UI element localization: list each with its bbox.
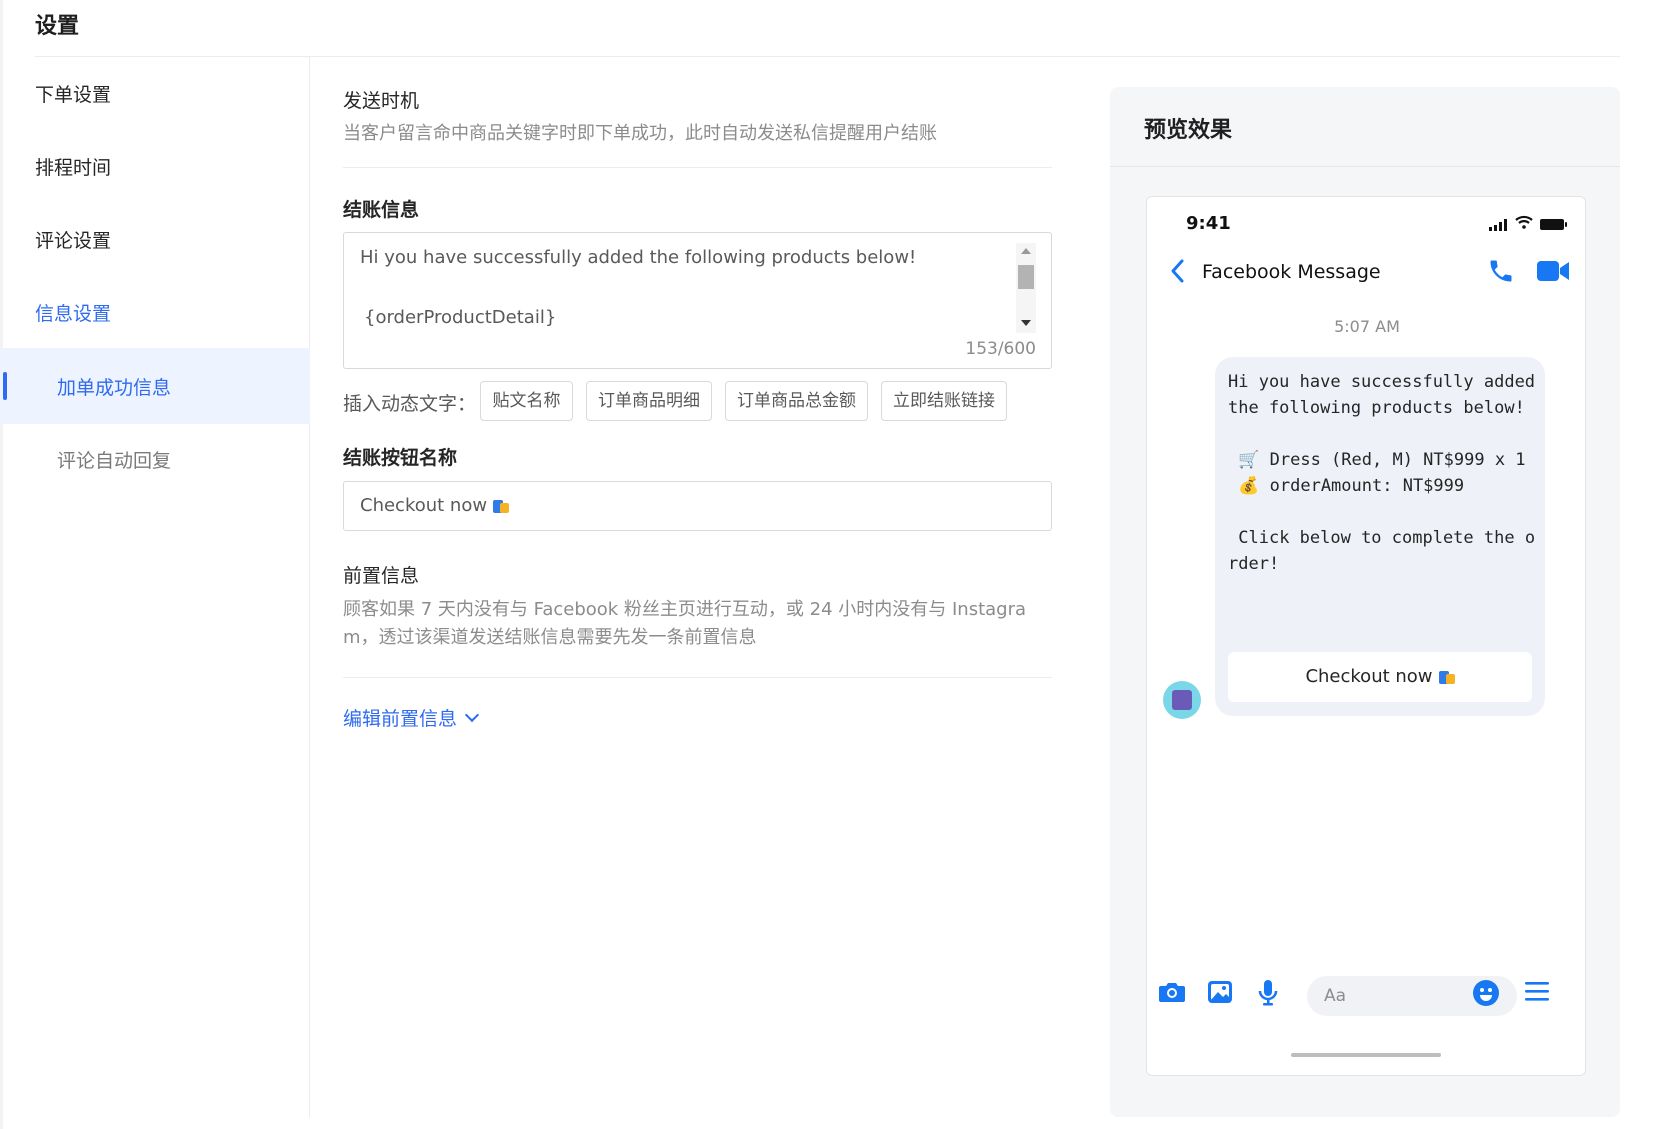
chat-header: Facebook Message [1147, 247, 1585, 297]
insert-post-name-button[interactable]: 贴文名称 [480, 381, 573, 421]
checkout-now-label: Checkout now [1305, 666, 1433, 687]
preview-panel: 预览效果 9:41 Facebook Message 5:07 AM Hi yo… [1110, 87, 1620, 1117]
message-timestamp: 5:07 AM [1334, 317, 1400, 336]
back-arrow-icon[interactable] [1169, 258, 1185, 284]
page-title: 设置 [35, 14, 80, 39]
checkout-button-name-label: 结账按钮名称 [343, 447, 458, 469]
sidebar-item-schedule-time[interactable]: 排程时间 [35, 153, 111, 180]
wifi-icon [1515, 215, 1533, 229]
checkout-now-button[interactable]: Checkout now [1228, 652, 1532, 702]
edit-pre-info-row: 编辑前置信息 [343, 704, 1052, 731]
send-timing-desc: 当客户留言命中商品关键字时即下单成功，此时自动发送私信提醒用户结账 [343, 123, 937, 144]
edit-pre-info-label: 编辑前置信息 [343, 708, 458, 730]
sidebar-item-comment-settings[interactable]: 评论设置 [35, 226, 111, 253]
menu-icon[interactable] [1524, 979, 1550, 1003]
chevron-down-icon [464, 707, 480, 722]
compose-bar: Aa [1147, 973, 1585, 1017]
insert-order-detail-button[interactable]: 订单商品明细 [586, 381, 712, 421]
sidebar-item-message-settings[interactable]: 信息设置 [35, 299, 111, 326]
emoji-icon[interactable] [1472, 979, 1500, 1007]
camera-icon[interactable] [1158, 979, 1186, 1005]
sidebar-item-order-settings[interactable]: 下单设置 [35, 80, 111, 107]
insert-order-total-button[interactable]: 订单商品总金额 [725, 381, 868, 421]
settings-page: 设置 下单设置 排程时间 评论设置 信息设置 加单成功信息 评论自动回复 发送时… [0, 0, 1653, 1129]
scroll-thumb[interactable] [1018, 265, 1034, 289]
insert-dynamic-text-label: 插入动态文字： [343, 393, 477, 415]
shopping-bag-icon [1438, 668, 1455, 684]
video-camera-icon[interactable] [1536, 259, 1570, 283]
textarea-placeholder-token: {orderProductDetail} [364, 307, 557, 328]
preview-title: 预览效果 [1144, 118, 1233, 143]
send-timing-label: 发送时机 [343, 90, 420, 112]
sidebar-subitem-add-order-success[interactable]: 加单成功信息 [0, 348, 310, 424]
checkout-button-name-input[interactable]: Checkout now [343, 481, 1052, 531]
message-settings-form: 发送时机 当客户留言命中商品关键字时即下单成功，此时自动发送私信提醒用户结账 结… [343, 80, 1052, 731]
input-value-wrap: Checkout now [360, 495, 510, 516]
home-indicator [1291, 1053, 1441, 1057]
textarea-text-line: Hi you have successfully added the follo… [360, 247, 917, 268]
phone-mockup: 9:41 Facebook Message 5:07 AM Hi you hav… [1146, 196, 1586, 1076]
insert-checkout-link-button[interactable]: 立即结账链接 [881, 381, 1007, 421]
pre-info-desc: 顾客如果 7 天内没有与 Facebook 粉丝主页进行互动，或 24 小时内没… [343, 599, 1027, 648]
edit-pre-info-link[interactable]: 编辑前置信息 [343, 704, 480, 731]
checkout-info-label: 结账信息 [343, 199, 420, 221]
status-bar-time: 9:41 [1186, 213, 1231, 234]
insert-dynamic-text-row: 插入动态文字： 贴文名称 订单商品明细 订单商品总金额 立即结账链接 [343, 381, 1052, 423]
settings-sidebar: 下单设置 排程时间 评论设置 信息设置 加单成功信息 评论自动回复 [0, 57, 310, 1117]
avatar [1163, 681, 1201, 719]
chat-title: Facebook Message [1202, 261, 1381, 283]
message-text: Hi you have successfully added the follo… [1228, 372, 1536, 574]
image-icon[interactable] [1206, 979, 1234, 1005]
microphone-icon[interactable] [1257, 979, 1279, 1007]
active-indicator [3, 372, 7, 400]
textarea-scrollbar[interactable] [1016, 243, 1036, 333]
scroll-down-arrow-icon[interactable] [1021, 320, 1031, 326]
pre-info-label: 前置信息 [343, 565, 420, 587]
checkout-info-textarea[interactable]: Hi you have successfully added the follo… [343, 232, 1052, 369]
scroll-up-arrow-icon[interactable] [1021, 248, 1031, 254]
section-divider [343, 167, 1052, 168]
message-bubble: Hi you have successfully added the follo… [1215, 357, 1545, 716]
preview-divider [1110, 166, 1620, 167]
character-count: 153/600 [965, 339, 1036, 359]
sidebar-subitem-label: 评论自动回复 [57, 450, 172, 472]
message-input-placeholder: Aa [1324, 986, 1347, 1006]
input-value: Checkout now [360, 495, 488, 516]
signal-icon [1489, 219, 1511, 231]
section-divider [343, 677, 1052, 678]
shopping-bag-icon [493, 497, 510, 513]
sidebar-subitem-label: 加单成功信息 [57, 377, 172, 399]
sidebar-subitem-comment-auto-reply[interactable]: 评论自动回复 [0, 421, 310, 497]
phone-call-icon[interactable] [1487, 257, 1515, 285]
battery-icon [1540, 219, 1567, 230]
